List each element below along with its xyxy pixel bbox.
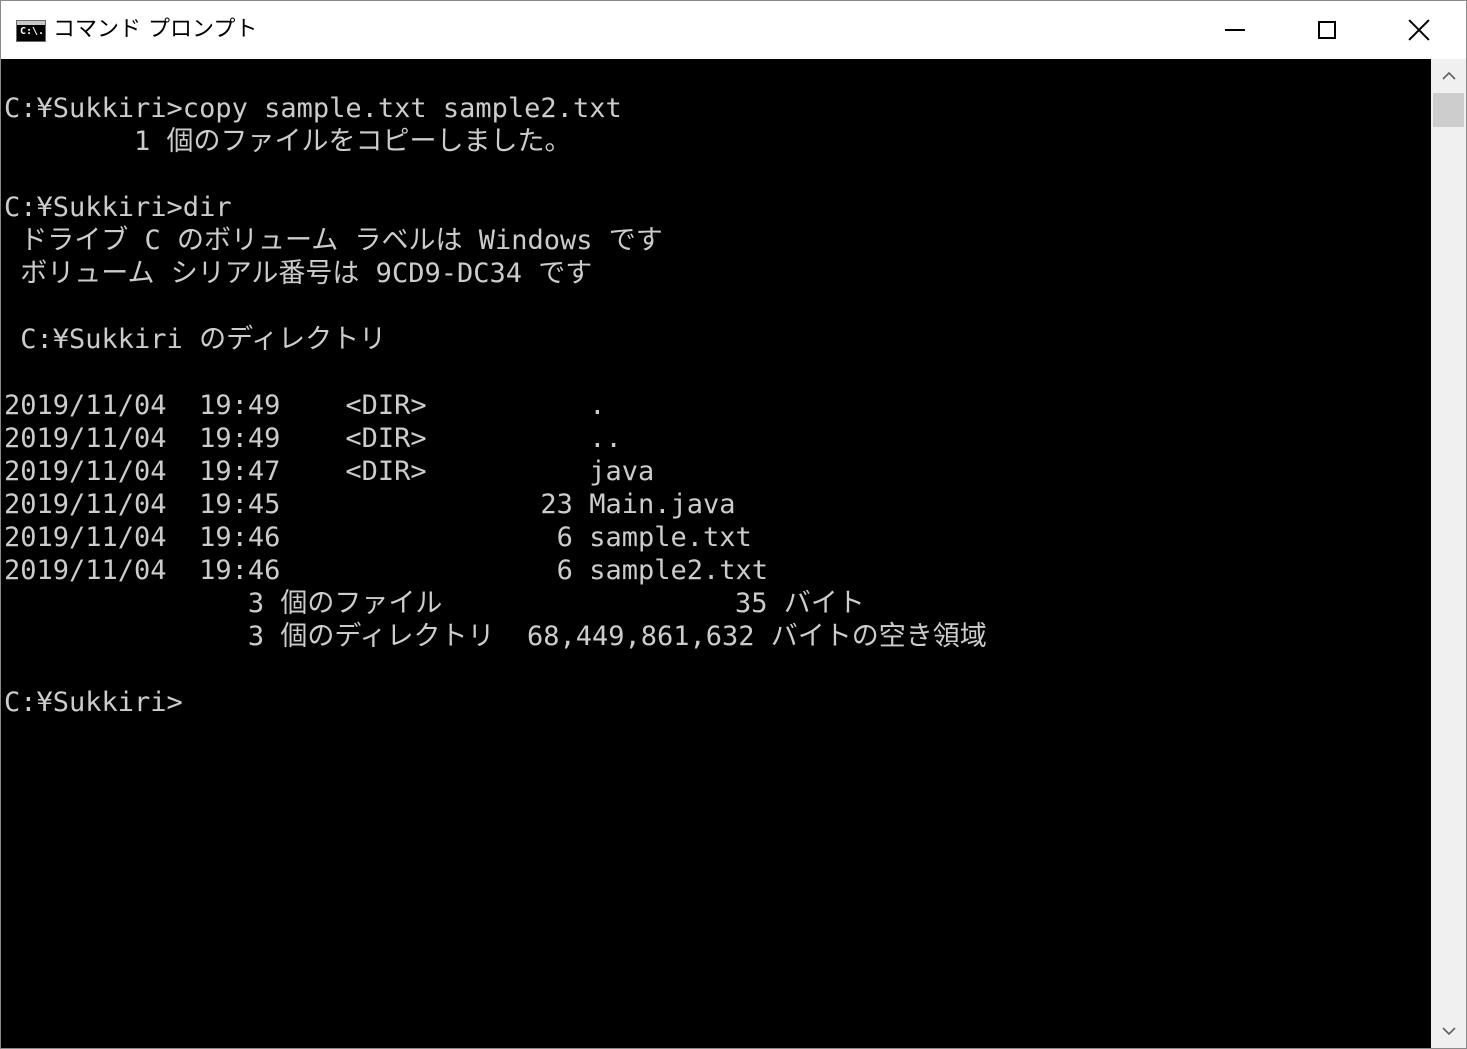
chevron-down-icon bbox=[1441, 1027, 1456, 1036]
maximize-button[interactable] bbox=[1281, 1, 1373, 59]
close-icon bbox=[1408, 19, 1430, 41]
console-line: 3 個のディレクトリ 68,449,861,632 バイトの空き領域 bbox=[4, 621, 987, 652]
console-line: 2019/11/04 19:49 <DIR> .. bbox=[4, 423, 622, 454]
console-line: 2019/11/04 19:49 <DIR> . bbox=[4, 390, 606, 421]
vertical-scrollbar[interactable] bbox=[1431, 59, 1466, 1048]
console-line: C:¥Sukkiri>copy sample.txt sample2.txt bbox=[4, 93, 622, 124]
command-prompt-icon[interactable]: C:\. bbox=[16, 20, 46, 42]
window-title: コマンド プロンプト bbox=[53, 17, 258, 42]
icon-label: C:\. bbox=[20, 26, 45, 37]
console-line: C:¥Sukkiri>dir bbox=[4, 192, 232, 223]
console-line: 1 個のファイルをコピーしました。 bbox=[4, 126, 572, 157]
close-button[interactable] bbox=[1373, 1, 1465, 59]
console-line: 2019/11/04 19:46 6 sample.txt bbox=[4, 522, 752, 553]
console-line: C:¥Sukkiri のディレクトリ bbox=[4, 324, 387, 355]
console-line: ボリューム シリアル番号は 9CD9-DC34 です bbox=[4, 258, 593, 289]
command-prompt-window: C:\. コマンド プロンプト C:¥Sukkiri>copy sample.t… bbox=[0, 0, 1467, 1049]
console-line: 2019/11/04 19:47 <DIR> java bbox=[4, 456, 655, 487]
console-output[interactable]: C:¥Sukkiri>copy sample.txt sample2.txt 1… bbox=[1, 59, 1431, 1048]
title-bar[interactable]: C:\. コマンド プロンプト bbox=[1, 1, 1466, 59]
console-line: 3 個のファイル 35 バイト bbox=[4, 588, 865, 619]
scroll-thumb[interactable] bbox=[1433, 93, 1464, 127]
console-line: 2019/11/04 19:46 6 sample2.txt bbox=[4, 555, 769, 586]
console-line: ドライブ C のボリューム ラベルは Windows です bbox=[4, 225, 663, 256]
maximize-icon bbox=[1318, 21, 1336, 39]
minimize-icon bbox=[1225, 29, 1245, 31]
chevron-up-icon bbox=[1441, 71, 1456, 80]
scroll-up-button[interactable] bbox=[1431, 59, 1466, 93]
console-line: 2019/11/04 19:45 23 Main.java bbox=[4, 489, 736, 520]
console-prompt[interactable]: C:¥Sukkiri> bbox=[4, 686, 183, 719]
scroll-down-button[interactable] bbox=[1431, 1014, 1466, 1048]
minimize-button[interactable] bbox=[1189, 1, 1281, 59]
